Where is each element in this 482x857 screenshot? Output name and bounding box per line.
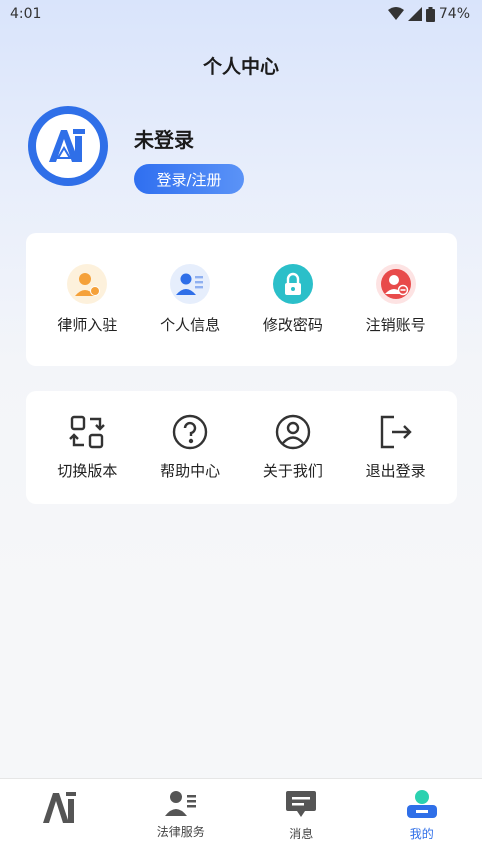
personal-info-label: 个人信息 bbox=[160, 316, 221, 334]
change-password-item[interactable]: 修改密码 bbox=[248, 264, 338, 335]
change-password-label: 修改密码 bbox=[262, 316, 323, 334]
page-title: 个人中心 bbox=[202, 56, 279, 78]
help-icon bbox=[172, 414, 208, 450]
lawyer-join-label: 律师入驻 bbox=[57, 316, 118, 334]
tab-legal-service-label: 法律服务 bbox=[156, 825, 205, 839]
switch-version-label: 切换版本 bbox=[57, 462, 118, 480]
logout-item[interactable]: 退出登录 bbox=[351, 414, 441, 481]
logout-icon bbox=[380, 415, 412, 449]
status-icons: 74% bbox=[387, 6, 470, 22]
tab-home[interactable] bbox=[10, 779, 110, 857]
logout-label: 退出登录 bbox=[365, 462, 426, 480]
battery-icon bbox=[425, 6, 435, 22]
status-bar: 4:01 74% bbox=[0, 0, 482, 28]
status-time: 4:01 bbox=[10, 6, 42, 22]
about-us-label: 关于我们 bbox=[262, 462, 323, 480]
cancel-account-icon bbox=[375, 264, 416, 304]
signal-icon bbox=[407, 7, 422, 21]
tab-message[interactable]: 消息 bbox=[251, 779, 351, 857]
wifi-icon bbox=[387, 7, 404, 20]
personal-info-icon bbox=[170, 264, 211, 304]
bottom-tab-bar: 法律服务 消息 我的 bbox=[0, 778, 482, 857]
lock-icon bbox=[272, 264, 313, 304]
profile-section: 未登录 登录/注册 bbox=[28, 106, 458, 196]
switch-version-icon bbox=[69, 415, 106, 449]
help-center-item[interactable]: 帮助中心 bbox=[145, 414, 235, 481]
switch-version-item[interactable]: 切换版本 bbox=[42, 414, 132, 481]
ai-logo-icon bbox=[49, 129, 85, 162]
tab-legal-service[interactable]: 法律服务 bbox=[131, 779, 231, 857]
tab-mine-label: 我的 bbox=[409, 827, 434, 841]
message-icon bbox=[286, 791, 317, 817]
legal-service-icon bbox=[164, 791, 196, 816]
cancel-account-label: 注销账号 bbox=[365, 316, 426, 334]
battery-percent: 74% bbox=[438, 6, 470, 22]
personal-info-item[interactable]: 个人信息 bbox=[145, 264, 235, 335]
lawyer-join-item[interactable]: 律师入驻 bbox=[42, 264, 132, 335]
ai-logo-icon bbox=[43, 792, 77, 823]
profile-icon bbox=[406, 790, 437, 818]
lawyer-join-icon bbox=[67, 264, 108, 304]
avatar[interactable] bbox=[28, 106, 108, 186]
about-icon bbox=[275, 414, 311, 450]
service-card: 律师入驻 个人信息 修改密码 注销账号 bbox=[26, 233, 457, 366]
cancel-account-item[interactable]: 注销账号 bbox=[351, 264, 441, 335]
settings-card: 切换版本 帮助中心 关于我们 退出登录 bbox=[26, 391, 457, 504]
tab-message-label: 消息 bbox=[289, 827, 314, 841]
about-us-item[interactable]: 关于我们 bbox=[248, 414, 338, 481]
username: 未登录 bbox=[134, 128, 194, 152]
login-register-button[interactable]: 登录/注册 bbox=[134, 164, 244, 194]
tab-mine[interactable]: 我的 bbox=[372, 779, 472, 857]
help-center-label: 帮助中心 bbox=[160, 462, 221, 480]
